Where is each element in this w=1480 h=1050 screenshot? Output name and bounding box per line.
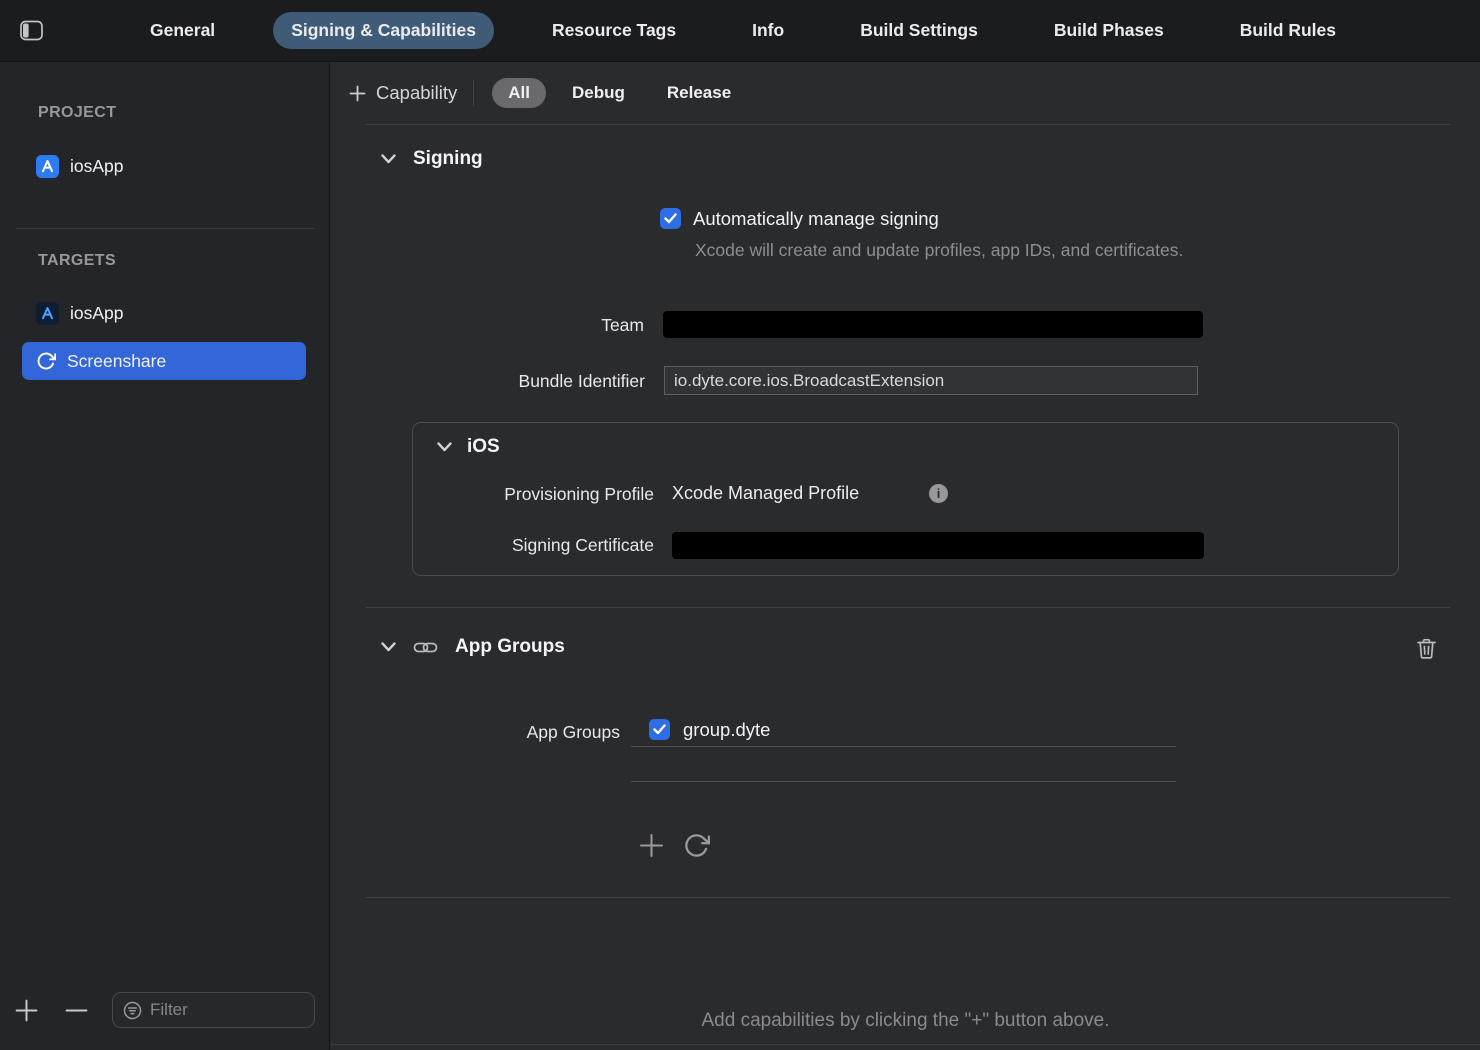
signing-certificate-redacted[interactable]	[672, 532, 1204, 559]
provisioning-profile-value: Xcode Managed Profile	[672, 483, 859, 504]
tab-info[interactable]: Info	[734, 12, 802, 49]
tab-signing-capabilities[interactable]: Signing & Capabilities	[273, 12, 494, 49]
sidebar-item-target-iosapp[interactable]: iosApp	[22, 294, 306, 332]
signing-section-header: Signing	[381, 148, 483, 170]
toolbar-divider	[473, 80, 474, 106]
check-icon	[664, 213, 677, 224]
sidebar-item-target-screenshare[interactable]: Screenshare	[22, 342, 306, 380]
screenshare-extension-icon	[36, 351, 56, 371]
check-icon	[653, 724, 666, 735]
app-groups-field-label: App Groups	[331, 722, 620, 743]
app-groups-section-title: App Groups	[455, 636, 565, 658]
chevron-down-icon[interactable]	[437, 442, 452, 452]
segment-release[interactable]: Release	[651, 78, 747, 108]
capability-toolbar: Capability All Debug Release	[349, 75, 747, 111]
tab-build-phases[interactable]: Build Phases	[1036, 12, 1182, 49]
sidebar-item-project-iosapp[interactable]: iosApp	[22, 147, 306, 185]
auto-manage-signing-label: Automatically manage signing	[693, 208, 939, 230]
auto-manage-signing-hint: Xcode will create and update profiles, a…	[695, 237, 1200, 263]
sidebar-item-label: iosApp	[70, 156, 124, 177]
project-navigator-sidebar: PROJECT iosApp TARGETS iosApp Screens	[0, 62, 330, 1050]
signing-capabilities-editor: Capability All Debug Release Signing Aut…	[331, 62, 1480, 1050]
tab-list: General Signing & Capabilities Resource …	[132, 12, 1354, 49]
plus-icon	[349, 85, 366, 102]
app-groups-section-header: App Groups	[381, 636, 565, 658]
divider	[366, 124, 1450, 125]
group-dyte-checkbox[interactable]	[649, 719, 670, 740]
add-app-group-button[interactable]	[638, 832, 665, 864]
divider	[366, 607, 1450, 608]
targets-section-header: TARGETS	[38, 252, 116, 270]
app-group-row-divider	[631, 746, 1176, 747]
tab-build-rules[interactable]: Build Rules	[1222, 12, 1354, 49]
signing-section-title: Signing	[413, 148, 483, 170]
app-group-row-divider	[631, 781, 1176, 782]
remove-target-button[interactable]	[64, 998, 89, 1028]
segment-debug[interactable]: Debug	[556, 78, 641, 108]
sidebar-item-label: iosApp	[70, 303, 124, 324]
team-label: Team	[331, 315, 644, 336]
add-capabilities-hint: Add capabilities by clicking the "+" but…	[331, 1010, 1480, 1032]
signing-certificate-label: Signing Certificate	[413, 535, 654, 556]
provisioning-profile-label: Provisioning Profile	[413, 484, 654, 505]
divider	[366, 897, 1450, 898]
project-app-icon	[36, 155, 59, 178]
app-groups-link-icon	[413, 639, 438, 656]
target-app-icon	[36, 302, 59, 325]
filter-input[interactable]	[150, 1000, 304, 1020]
chevron-down-icon[interactable]	[381, 642, 396, 652]
segment-all[interactable]: All	[492, 78, 546, 108]
editor-tab-bar: General Signing & Capabilities Resource …	[0, 0, 1480, 62]
divider	[331, 1044, 1480, 1045]
delete-capability-trash-icon[interactable]	[1416, 637, 1437, 665]
team-dropdown-redacted[interactable]	[663, 311, 1203, 338]
bundle-identifier-label: Bundle Identifier	[331, 371, 645, 392]
tab-resource-tags[interactable]: Resource Tags	[534, 12, 694, 49]
ios-box-header: iOS	[437, 436, 500, 458]
group-dyte-label: group.dyte	[683, 719, 770, 741]
project-section-header: PROJECT	[38, 104, 116, 122]
chevron-down-icon[interactable]	[381, 154, 396, 164]
capability-button-label: Capability	[376, 82, 457, 104]
sidebar-toggle-icon[interactable]	[18, 19, 44, 43]
filter-icon	[123, 1001, 142, 1020]
tab-general[interactable]: General	[132, 12, 233, 49]
filter-field[interactable]	[112, 992, 315, 1028]
auto-manage-signing-checkbox[interactable]	[660, 208, 681, 229]
sidebar-divider	[16, 228, 314, 229]
bundle-identifier-input[interactable]	[664, 366, 1198, 395]
info-icon[interactable]: i	[929, 484, 948, 503]
add-target-button[interactable]	[14, 998, 39, 1028]
ios-box-title: iOS	[467, 436, 500, 458]
tab-build-settings[interactable]: Build Settings	[842, 12, 996, 49]
sidebar-item-label: Screenshare	[67, 351, 166, 372]
refresh-app-groups-button[interactable]	[683, 832, 710, 864]
add-capability-button[interactable]: Capability	[349, 82, 457, 104]
ios-signing-box: iOS Provisioning Profile Xcode Managed P…	[412, 422, 1399, 576]
